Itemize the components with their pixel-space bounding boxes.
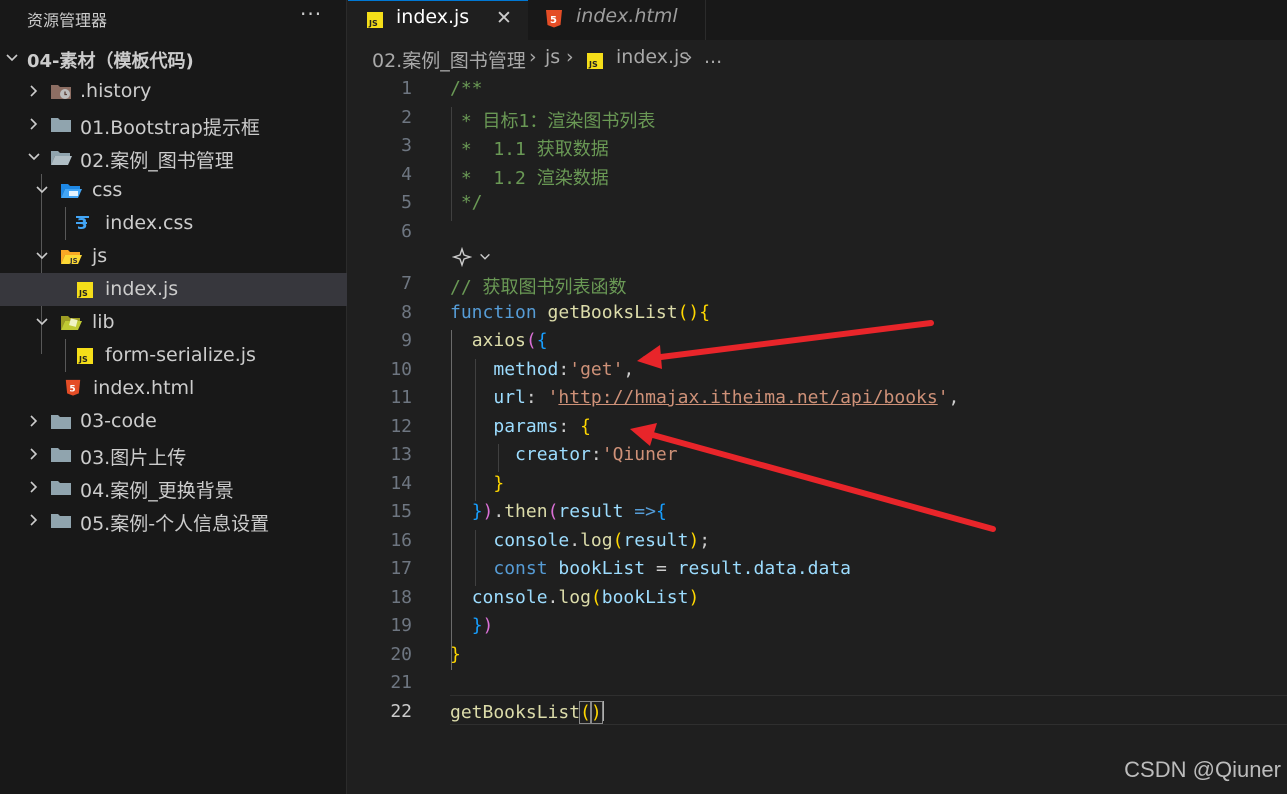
folder-icon [51,448,71,462]
folder-icon [51,118,71,132]
watermark: CSDN @Qiuner [1124,757,1281,782]
tree-item-label: css [92,179,123,201]
annotation-arrows [630,320,996,532]
tree-item-change-background[interactable]: 04.案例_更换背景 [0,471,347,504]
tree-item-index-html[interactable]: 5 index.html [0,372,347,405]
history-folder-icon [51,85,71,99]
tree-item-label: index.js [105,278,179,300]
lib-folder-icon [61,316,82,330]
explorer-sidebar: 资源管理器 ··· 04-素材（模板代码) .history 01.Bootst… [0,0,347,794]
html-file-icon: 5 [65,379,81,396]
tree-item-index-js[interactable]: JS index.js [0,273,347,306]
explorer-title: 资源管理器 [27,11,108,30]
chevron-down-icon [36,252,48,260]
tree-item-history[interactable]: .history [0,75,347,108]
tree-item-label: 02.案例_图书管理 [80,150,234,172]
chevron-down-icon [36,186,48,194]
more-actions-icon[interactable]: ··· [300,2,322,26]
folder-icon [51,415,71,429]
chevron-down-icon [28,153,40,161]
css-folder-icon [61,184,82,198]
annotation-arrow [637,320,934,369]
editor-area: JS index.js ✕ 5 index.html 02.案例_图书管理 › … [348,0,1287,794]
svg-text:JS: JS [69,257,78,265]
tree-item-root[interactable]: 04-素材（模板代码) [0,42,347,75]
tree-item-js-folder[interactable]: JS js [0,240,347,273]
tree-item-bootstrap[interactable]: 01.Bootstrap提示框 [0,108,347,141]
tree-item-label: 01.Bootstrap提示框 [80,117,260,139]
tree-item-book-management[interactable]: 02.案例_图书管理 [0,141,347,174]
chevron-down-icon [36,318,48,326]
tree-item-label: 03-code [80,410,157,432]
tree-item-profile-settings[interactable]: 05.案例-个人信息设置 [0,504,347,537]
explorer-header: 资源管理器 ··· [0,0,347,32]
annotation-arrow [630,423,996,532]
tree-item-lib-folder[interactable]: lib [0,306,347,339]
js-folder-icon: JS [61,250,82,265]
tree-item-index-css[interactable]: 3 index.css [0,207,347,240]
tree-item-label: 05.案例-个人信息设置 [80,513,270,535]
chevron-right-icon [30,118,38,130]
tree-item-image-upload[interactable]: 03.图片上传 [0,438,347,471]
chevron-right-icon [30,415,38,427]
tree-item-03-code[interactable]: 03-code [0,405,347,438]
chevron-right-icon [30,85,38,97]
css-file-icon: 3 [76,215,89,232]
folder-icon [51,514,71,528]
tree-item-form-serialize[interactable]: JS form-serialize.js [0,339,347,372]
js-file-icon: JS [77,348,93,364]
folder-open-icon [51,151,72,165]
tree-item-label: js [92,245,108,267]
svg-text:JS: JS [78,289,88,298]
tree-item-label: 03.图片上传 [80,447,187,469]
chevron-right-icon [30,514,38,526]
tree-item-label: 04-素材（模板代码) [27,51,194,72]
tree-item-label: index.html [93,377,195,399]
svg-text:5: 5 [69,385,75,395]
tree-item-label: index.css [105,212,194,234]
tree-item-label: form-serialize.js [105,344,256,366]
chevron-right-icon [30,448,38,460]
tree-item-css-folder[interactable]: css [0,174,347,207]
tree-item-label: .history [80,80,152,102]
chevron-right-icon [30,481,38,493]
chevron-down-icon [6,54,18,62]
tree-item-label: 04.案例_更换背景 [80,480,234,502]
tree-item-label: lib [92,311,115,333]
folder-icon [51,481,71,495]
svg-text:JS: JS [78,355,88,364]
js-file-icon: JS [77,282,93,298]
